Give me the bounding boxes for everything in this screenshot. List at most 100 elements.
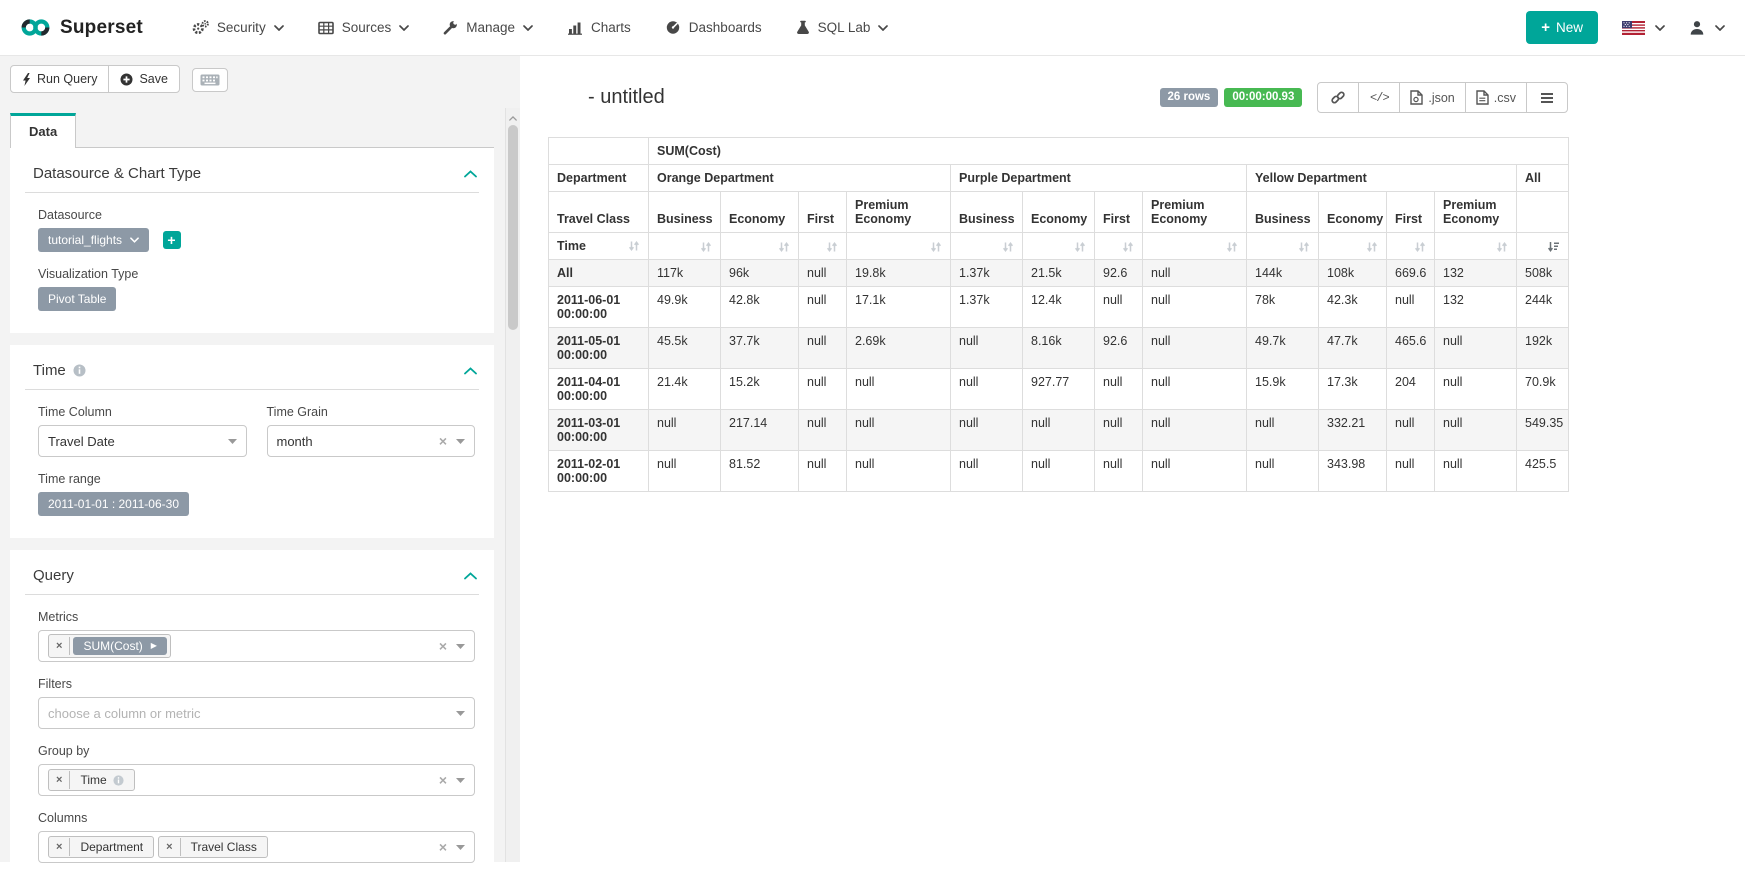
sort-header[interactable]	[1387, 233, 1435, 260]
remove-column-icon[interactable]: ×	[159, 838, 180, 856]
remove-groupby-icon[interactable]: ×	[49, 771, 70, 789]
wrench-icon	[443, 20, 458, 35]
add-datasource-button[interactable]: +	[163, 231, 181, 249]
nav-item-charts[interactable]: Charts	[550, 0, 648, 56]
nav-item-dashboards[interactable]: Dashboards	[648, 0, 779, 56]
column-chip-travel-class[interactable]: × Travel Class	[158, 836, 268, 858]
time-section: Time Time Column Travel Date	[10, 345, 494, 538]
time-range-value-chip[interactable]: 2011-01-01 : 2011-06-30	[38, 492, 189, 516]
pivot-sort-row: Time	[549, 233, 1569, 260]
chevron-up-icon[interactable]	[464, 572, 477, 580]
chart-controls: 26 rows 00:00:00.93 </>	[1160, 82, 1569, 113]
sort-header[interactable]	[1023, 233, 1095, 260]
pivot-department-label: Department	[549, 165, 649, 192]
pivot-cell: 132	[1435, 260, 1517, 287]
remove-column-icon[interactable]: ×	[49, 838, 70, 856]
pivot-cell: 21.5k	[1023, 260, 1095, 287]
caret-down-icon	[456, 644, 465, 649]
filters-select[interactable]: choose a column or metric	[38, 697, 475, 729]
nav-item-sql-lab[interactable]: SQL Lab	[779, 0, 906, 56]
pivot-cell: null	[1095, 410, 1143, 451]
new-button[interactable]: + New	[1526, 11, 1598, 44]
export-csv-button[interactable]: .csv	[1465, 82, 1527, 113]
language-selector[interactable]	[1622, 21, 1665, 35]
embed-code-button[interactable]: </>	[1358, 82, 1400, 113]
sort-header[interactable]	[721, 233, 799, 260]
metrics-select[interactable]: × SUM(Cost) ▶ ×	[38, 630, 475, 662]
pivot-cell: 21.4k	[649, 369, 721, 410]
save-button[interactable]: Save	[108, 65, 180, 93]
section-header-datasource[interactable]: Datasource & Chart Type	[25, 165, 479, 193]
export-json-button[interactable]: .json	[1399, 82, 1465, 113]
time-grain-select[interactable]: month ×	[267, 425, 476, 457]
pivot-cell: 47.7k	[1319, 328, 1387, 369]
chart-panel: - untitled 26 rows 00:00:00.93 </	[520, 56, 1745, 862]
sort-header[interactable]	[649, 233, 721, 260]
chevron-down-icon	[130, 237, 139, 243]
clear-icon[interactable]: ×	[439, 840, 447, 854]
metric-chip[interactable]: × SUM(Cost) ▶	[48, 634, 171, 658]
chevron-up-icon[interactable]	[464, 367, 477, 375]
link-icon	[1330, 90, 1346, 105]
run-query-button[interactable]: Run Query	[10, 65, 109, 93]
query-section: Query Metrics × SUM(Cost) ▶	[10, 550, 494, 887]
pivot-cell: 17.3k	[1319, 369, 1387, 410]
sort-header[interactable]	[1143, 233, 1247, 260]
pivot-travel-class-header: Business	[649, 192, 721, 233]
sort-header-time[interactable]: Time	[549, 233, 649, 260]
sort-header[interactable]	[951, 233, 1023, 260]
pivot-row-label: 2011-04-01 00:00:00	[549, 369, 649, 410]
viz-type-value-chip[interactable]: Pivot Table	[38, 287, 116, 311]
pivot-travel-class-header: Premium Economy	[1143, 192, 1247, 233]
section-header-query[interactable]: Query	[25, 567, 479, 595]
scrollbar-thumb[interactable]	[508, 125, 518, 330]
sort-header[interactable]	[1095, 233, 1143, 260]
user-menu[interactable]	[1689, 20, 1725, 35]
groupby-chip[interactable]: × Time	[48, 769, 135, 791]
remove-metric-icon[interactable]: ×	[49, 637, 70, 655]
sort-header[interactable]	[799, 233, 847, 260]
scroll-up-icon[interactable]	[509, 116, 517, 121]
datasource-value-chip[interactable]: tutorial_flights	[38, 228, 149, 252]
pivot-cell: 70.9k	[1517, 369, 1569, 410]
chart-title[interactable]: - untitled	[588, 86, 665, 109]
chart-menu-button[interactable]	[1526, 82, 1568, 113]
time-range-label: Time range	[38, 472, 475, 486]
sort-header-active[interactable]	[1517, 233, 1569, 260]
sort-header[interactable]	[1435, 233, 1517, 260]
pivot-cell: 15.2k	[721, 369, 799, 410]
keyboard-shortcuts-button[interactable]	[192, 68, 228, 92]
sort-header[interactable]	[1247, 233, 1319, 260]
chevron-up-icon[interactable]	[464, 170, 477, 178]
clear-icon[interactable]: ×	[439, 639, 447, 653]
column-chip-department[interactable]: × Department	[48, 836, 154, 858]
clear-icon[interactable]: ×	[439, 434, 447, 448]
nav-item-security[interactable]: Security	[175, 0, 301, 56]
pivot-row: 2011-02-01 00:00:00null81.52nullnullnull…	[549, 451, 1569, 492]
pivot-cell: 15.9k	[1247, 369, 1319, 410]
panel-scrollbar[interactable]	[505, 108, 520, 862]
short-url-button[interactable]	[1317, 82, 1359, 113]
pivot-cell: 508k	[1517, 260, 1569, 287]
run-query-label: Run Query	[37, 72, 97, 86]
pivot-travel-class-header: Economy	[721, 192, 799, 233]
nav-item-manage[interactable]: Manage	[426, 0, 550, 56]
metric-chip-label[interactable]: SUM(Cost) ▶	[73, 637, 167, 655]
sort-header[interactable]	[1319, 233, 1387, 260]
time-column-select[interactable]: Travel Date	[38, 425, 247, 457]
sort-header[interactable]	[847, 233, 951, 260]
pivot-cell: 549.35	[1517, 410, 1569, 451]
datasource-value: tutorial_flights	[48, 233, 122, 247]
columns-select[interactable]: × Department × Travel Class ×	[38, 831, 475, 863]
section-header-time[interactable]: Time	[25, 362, 479, 390]
groupby-select[interactable]: × Time	[38, 764, 475, 796]
superset-logo[interactable]: Superset	[20, 17, 143, 39]
hamburger-menu-icon	[1540, 92, 1554, 104]
tab-data[interactable]: Data	[10, 113, 76, 148]
pivot-cell: null	[799, 410, 847, 451]
clear-icon[interactable]: ×	[439, 773, 447, 787]
nav-item-sources[interactable]: Sources	[301, 0, 427, 56]
bolt-icon	[22, 73, 31, 86]
column-value: Department	[70, 837, 153, 857]
pivot-cell: null	[799, 260, 847, 287]
